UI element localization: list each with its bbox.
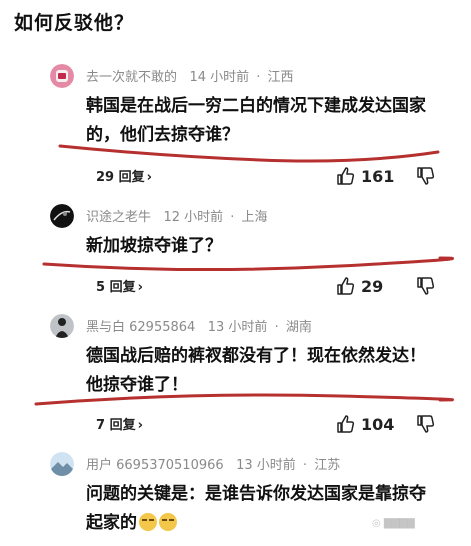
like-button[interactable]: 104: [336, 412, 394, 436]
watermark-icon: ◎ ▇▇▇▇: [372, 518, 415, 529]
comment-meta: 识途之老牛 12 小时前 · 上海: [86, 210, 268, 225]
comment-meta: 用户 6695370510966 13 小时前 · 江苏: [86, 458, 341, 473]
location: 上海: [241, 210, 268, 225]
username[interactable]: 黑与白 62955864: [86, 320, 195, 335]
red-underline-annotation: [34, 393, 454, 406]
chevron-right-icon: ›: [137, 418, 143, 433]
location: 江苏: [314, 458, 341, 473]
timestamp: 12 小时前: [163, 210, 224, 225]
chevron-right-icon: ›: [137, 280, 143, 295]
comment-meta: 黑与白 62955864 13 小时前 · 湖南: [86, 320, 312, 335]
thumbs-up-icon: [337, 167, 355, 185]
thumbs-up-icon: [337, 277, 355, 295]
location: 江西: [267, 70, 294, 85]
reply-button[interactable]: 7 回复 ›: [96, 414, 143, 433]
comment-meta: 去一次就不敢的 14 小时前 · 江西: [86, 70, 294, 85]
comment-actions: 5 回复 › 29: [0, 274, 471, 298]
username[interactable]: 去一次就不敢的: [86, 70, 177, 85]
page-title: 如何反驳他？: [14, 12, 135, 34]
comment-text: 问题的关键是：是谁告诉你发达国家是靠掠夺起家的: [86, 484, 426, 533]
like-count: 104: [361, 414, 395, 434]
username[interactable]: 用户 6695370510966: [86, 458, 224, 473]
location: 湖南: [285, 320, 312, 335]
thumbs-up-icon: [337, 415, 355, 433]
smirk-emoji-icon: [159, 513, 177, 531]
like-count: 29: [361, 276, 384, 296]
thumbs-down-icon[interactable]: [416, 414, 436, 434]
thumbs-down-icon[interactable]: [416, 276, 436, 296]
like-count: 161: [361, 166, 395, 186]
reply-button[interactable]: 5 回复 ›: [96, 276, 143, 295]
landscape-avatar-icon[interactable]: [50, 452, 74, 476]
timestamp: 13 小时前: [236, 458, 296, 473]
like-button[interactable]: 29: [336, 274, 383, 298]
pink-cartoon-avatar-icon[interactable]: [50, 64, 74, 88]
like-button[interactable]: 161: [336, 164, 394, 188]
timestamp: 14 小时前: [189, 70, 250, 85]
comment-actions: 7 回复 › 104: [0, 412, 471, 436]
timestamp: 13 小时前: [207, 320, 268, 335]
dark-planet-avatar-icon[interactable]: [50, 204, 74, 228]
person-silhouette-avatar-icon[interactable]: [50, 314, 74, 338]
comment-actions: 29 回复 › 161: [0, 164, 471, 188]
screenshot-page: 如何反驳他？ 去一次就不敢的 14 小时前 · 江西 韩国是在战后一穷二白的情况…: [0, 0, 471, 546]
smirk-emoji-icon: [139, 513, 157, 531]
thumbs-down-icon[interactable]: [416, 166, 436, 186]
reply-button[interactable]: 29 回复 ›: [96, 166, 152, 185]
chevron-right-icon: ›: [146, 170, 152, 185]
username[interactable]: 识途之老牛: [86, 210, 151, 225]
